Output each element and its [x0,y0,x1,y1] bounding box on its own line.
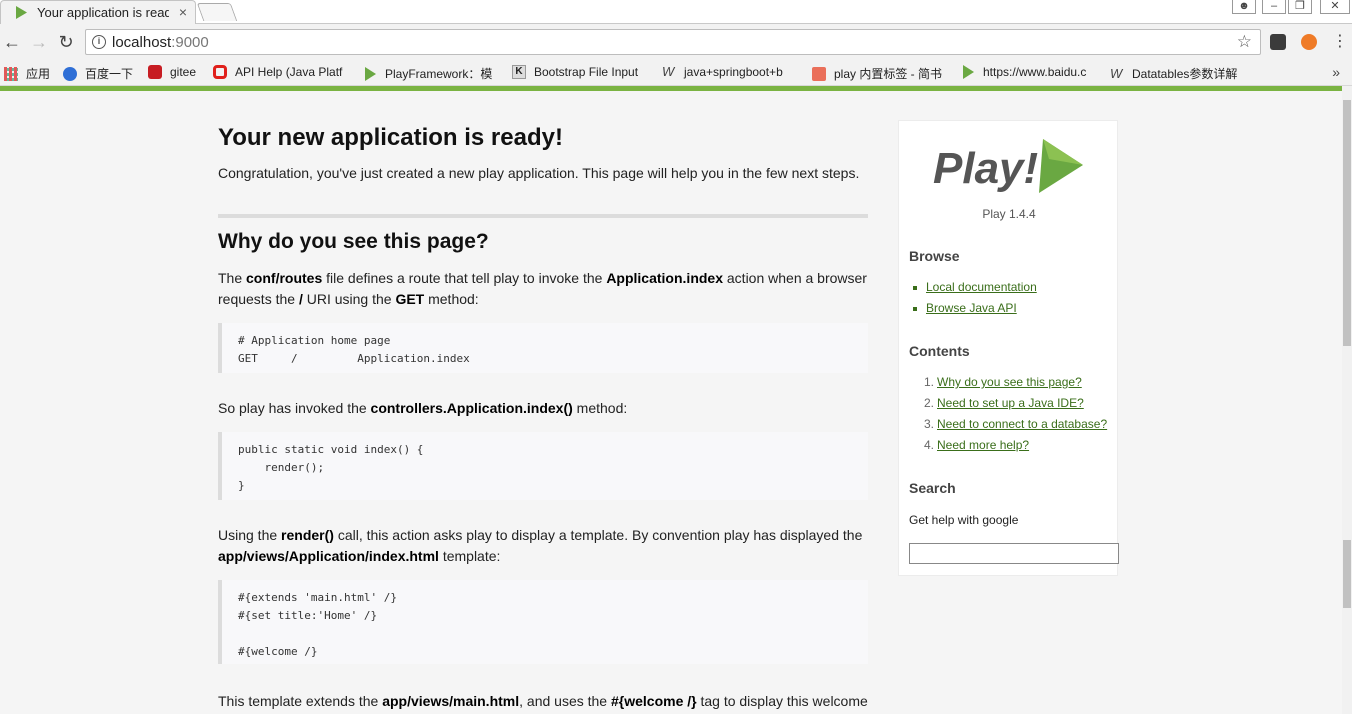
list-item: Browse Java API [913,298,1037,319]
code-block-template: #{extends 'main.html' /} #{set title:'Ho… [218,580,868,664]
play-icon [365,66,376,81]
intro-text: Congratulation, you've just created a ne… [218,165,860,181]
bookmark-item[interactable]: W java+springboot+b [662,65,800,79]
bookmark-item[interactable]: gitee [148,65,196,79]
list-item: 2. Need to set up a Java IDE? [924,396,1084,410]
bookmark-item[interactable]: PlayFramework：模 [363,65,497,82]
info-icon[interactable]: i [92,35,106,49]
user-icon[interactable]: ☻ [1232,0,1256,14]
paragraph-template: Using the render() call, this action ask… [218,527,863,564]
search-heading: Search [909,480,956,496]
jianshu-icon [812,66,826,81]
address-bar[interactable]: i localhost:9000 ☆ [85,29,1261,55]
window-close-button[interactable]: ✕ [1320,0,1350,14]
list-item: 4. Need more help? [924,438,1030,452]
contents-link[interactable]: Need to connect to a database? [937,417,1107,431]
play-logo: Play! [933,139,1083,193]
page-body: Your new application is ready! Congratul… [0,86,1342,714]
paragraph-main-template: This template extends the app/views/main… [218,693,868,709]
contents-link[interactable]: Need to set up a Java IDE? [937,396,1084,410]
bookmark-item[interactable]: play 内置标签 - 简书 [812,65,950,82]
oracle-icon [213,65,227,79]
list-item: Local documentation [913,277,1037,298]
back-arrow-icon[interactable]: ← [2,32,22,52]
baidu-paw-icon [63,66,77,81]
contents-heading: Contents [909,343,970,359]
bookmark-item[interactable]: W Datatables参数详解 [1110,65,1250,82]
bookmark-label: play 内置标签 - 简书 [834,67,943,81]
list-item: 3. Need to connect to a database? [924,417,1108,431]
tab-title: Your application is read [37,5,169,20]
code-block-controller: public static void index() { render(); } [218,432,868,500]
extension-icon[interactable] [1301,34,1317,50]
contents-list: 1. Why do you see this page? 2. Need to se… [924,372,1108,456]
bookmarks-more-icon[interactable]: » [1332,64,1340,80]
sidebar: Play! Play 1.4.4 Browse Local documentat… [898,120,1119,576]
svg-text:Play!: Play! [933,144,1038,193]
contents-link[interactable]: Need more help? [937,438,1029,452]
bookmark-label: 百度一下 [85,67,134,81]
browse-heading: Browse [909,248,960,264]
browse-java-api-link[interactable]: Browse Java API [926,301,1017,315]
browse-list: Local documentation Browse Java API [913,277,1037,319]
bookmark-label: java+springboot+b [684,65,783,79]
local-documentation-link[interactable]: Local documentation [926,280,1037,294]
bookmark-label: PlayFramework：模 [385,67,493,81]
bookmark-item[interactable]: 应用 [4,65,50,82]
paragraph-routes: The conf/routes file defines a route tha… [218,270,867,307]
tab-strip: Your application is read × ☻ – ❐ ✕ [0,0,1352,24]
contents-link[interactable]: Why do you see this page? [937,375,1082,389]
scrollbar-marker [1343,540,1351,608]
apps-grid-icon [4,66,18,81]
evernote-extension-icon[interactable] [1270,34,1286,50]
menu-icon[interactable]: ⋮ [1330,32,1350,52]
wiki-icon: W [1110,65,1123,81]
tab-close-icon[interactable]: × [179,4,187,20]
bookmark-item[interactable]: K Bootstrap File Input [512,65,650,79]
bookmark-label: Datatables参数详解 [1132,67,1238,81]
browser-toolbar: ← → ↻ i localhost:9000 ☆ ⋮ [0,24,1352,60]
search-input[interactable] [909,543,1119,564]
reload-icon[interactable]: ↻ [56,32,76,52]
new-tab-button[interactable] [196,3,238,21]
browser-tab[interactable]: Your application is read × [0,0,196,24]
play-favicon-icon [16,6,27,19]
bookmark-label: 应用 [26,67,51,81]
k-icon: K [512,65,526,79]
bookmark-item[interactable]: API Help (Java Platf [213,65,355,79]
gitee-icon [148,65,162,79]
url-port: :9000 [171,33,209,51]
scrollbar[interactable] [1342,86,1352,714]
restore-button[interactable]: ❐ [1288,0,1312,14]
bookmark-label: https://www.baidu.c [983,65,1087,79]
version-text: Play 1.4.4 [982,207,1036,221]
url-host: localhost [112,33,172,51]
bookmarks-bar: 应用 百度一下 gitee API Help (Java Platf PlayF… [0,60,1352,86]
code-block-routes: # Application home page GET / Applicatio… [218,323,868,373]
search-help-text: Get help with google [909,513,1019,527]
section-title: Why do you see this page? [218,230,489,253]
bookmark-label: Bootstrap File Input [534,65,639,79]
bookmark-label: API Help (Java Platf [235,65,343,79]
page-title: Your new application is ready! [218,124,563,151]
bookmark-label: gitee [170,65,197,79]
paragraph-controller: So play has invoked the controllers.Appl… [218,400,628,416]
divider [218,214,868,218]
bookmark-item[interactable]: https://www.baidu.c [961,65,1099,79]
forward-arrow-icon[interactable]: → [29,32,49,52]
wiki-icon: W [662,65,675,79]
list-item: 1. Why do you see this page? [924,375,1082,389]
minimize-button[interactable]: – [1262,0,1286,14]
bookmark-item[interactable]: 百度一下 [63,65,133,82]
scrollbar-thumb[interactable] [1343,100,1351,346]
play-icon [963,65,974,79]
bookmark-star-icon[interactable]: ☆ [1237,32,1252,52]
